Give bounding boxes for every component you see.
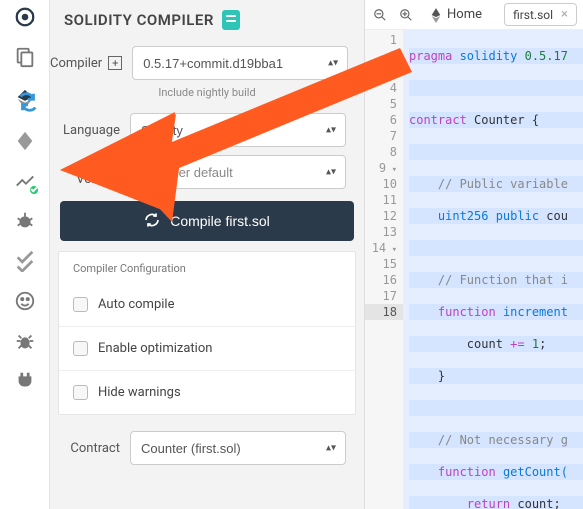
recompile-badge-icon	[17, 91, 39, 117]
bug-report-icon[interactable]	[14, 330, 36, 352]
compiler-version-select[interactable]	[132, 46, 348, 80]
zoom-out-icon[interactable]	[371, 6, 389, 24]
code-editor[interactable]: 123456789101112131415161718 pragma solid…	[365, 30, 583, 509]
icon-rail	[0, 0, 50, 509]
status-ok-badge	[28, 184, 40, 196]
line-gutter: 123456789101112131415161718	[365, 30, 403, 509]
close-tab-icon[interactable]: ×	[561, 7, 568, 22]
compile-button-label: Compile first.sol	[170, 213, 270, 229]
solidity-compiler-icon[interactable]	[14, 86, 36, 112]
compiler-config-card: Compiler Configuration Auto compile Enab…	[58, 251, 356, 415]
file-explorer-icon[interactable]	[14, 46, 36, 68]
contract-select[interactable]	[130, 431, 346, 465]
static-analysis-icon[interactable]	[14, 170, 36, 192]
file-tab-label: first.sol	[513, 8, 553, 22]
docs-icon[interactable]	[222, 10, 240, 30]
compiler-config-heading: Compiler Configuration	[59, 252, 355, 283]
file-tab[interactable]: first.sol ×	[504, 3, 577, 26]
home-tab[interactable]: Home	[423, 7, 488, 23]
auto-compile-checkbox[interactable]	[73, 297, 88, 312]
editor-area: Home first.sol × 12345678910111213141516…	[365, 0, 583, 509]
language-select[interactable]	[130, 113, 346, 147]
contract-select-label: Contract	[50, 441, 120, 456]
editor-topbar: Home first.sol ×	[365, 0, 583, 30]
auto-compile-label: Auto compile	[98, 297, 174, 312]
gitter-icon[interactable]	[14, 290, 36, 312]
enable-optimization-checkbox[interactable]	[73, 341, 88, 356]
evm-version-select[interactable]	[130, 155, 346, 189]
deploy-run-icon[interactable]	[14, 130, 36, 152]
zoom-in-icon[interactable]	[397, 6, 415, 24]
nightly-note: Include nightly build	[50, 84, 364, 109]
compiler-version-label: Compiler +	[50, 56, 122, 71]
home-tab-label: Home	[447, 7, 482, 22]
add-compiler-icon[interactable]: +	[108, 56, 122, 70]
refresh-icon	[144, 212, 160, 231]
panel-title-text: SOLIDITY COMPILER	[64, 11, 214, 29]
plugin-manager-icon[interactable]	[14, 370, 36, 392]
compile-button[interactable]: Compile first.sol	[60, 201, 354, 241]
code-lines: pragma solidity 0.5.17 contract Counter …	[403, 30, 583, 509]
hide-warnings-label: Hide warnings	[98, 385, 181, 400]
enable-optimization-label: Enable optimization	[98, 341, 212, 356]
remix-logo-icon[interactable]	[14, 6, 36, 28]
panel-title: SOLIDITY COMPILER	[50, 0, 364, 42]
evm-version-label: EVM Version	[50, 157, 120, 187]
ethereum-icon	[429, 7, 443, 23]
unit-testing-icon[interactable]	[14, 250, 36, 272]
debugger-icon[interactable]	[14, 210, 36, 232]
language-label: Language	[50, 123, 120, 138]
hide-warnings-checkbox[interactable]	[73, 385, 88, 400]
compiler-panel: SOLIDITY COMPILER Compiler + ▴▾ Include …	[50, 0, 365, 509]
